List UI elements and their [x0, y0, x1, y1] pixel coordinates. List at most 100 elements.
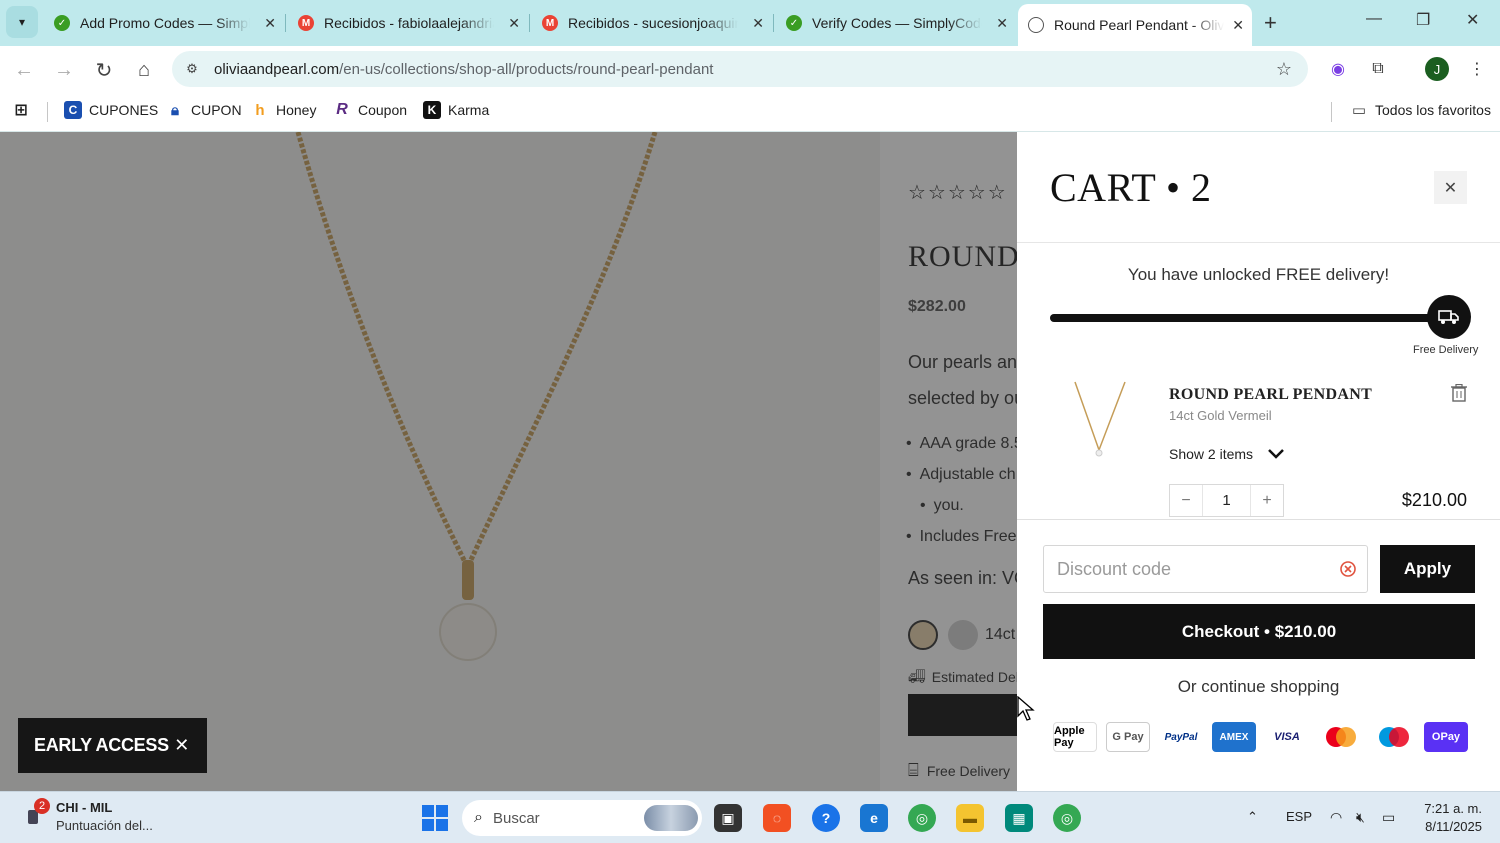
- decrement-button[interactable]: −: [1170, 492, 1202, 510]
- home-icon[interactable]: ⌂: [130, 56, 158, 84]
- back-icon[interactable]: ←: [10, 56, 38, 84]
- volume-muted-icon[interactable]: 🔇︎: [1356, 809, 1365, 826]
- apply-button[interactable]: Apply: [1380, 545, 1475, 593]
- all-bookmarks-folder[interactable]: ▭ Todos los favoritos: [1350, 101, 1491, 119]
- close-icon[interactable]: ✕: [752, 15, 764, 32]
- tab-add-promo-codes[interactable]: ✓ Add Promo Codes — SimplyCodes ✕: [44, 6, 284, 40]
- bookmarks-bar: ⊞ C CUPONES 🔒︎ CUPON h Honey R Coupon K …: [0, 92, 1500, 132]
- discount-code-input[interactable]: [1057, 549, 1337, 589]
- apple-pay-icon: Apple Pay: [1053, 722, 1097, 752]
- bookmark-coupon[interactable]: R Coupon: [333, 101, 407, 119]
- taskbar-search-placeholder: Buscar: [492, 809, 540, 827]
- new-tab-button[interactable]: +: [1264, 10, 1277, 36]
- free-delivery-progress: [1050, 314, 1460, 322]
- chrome-icon[interactable]: ◎: [1053, 804, 1081, 832]
- language-indicator[interactable]: ESP: [1286, 809, 1312, 824]
- menu-kebab-icon[interactable]: ⋮: [1466, 58, 1488, 80]
- window-close-icon[interactable]: ✕: [1466, 10, 1479, 30]
- simplycodes-icon: ✓: [54, 15, 70, 31]
- tab-search-button[interactable]: ▾: [6, 6, 38, 38]
- wifi-icon[interactable]: ◠: [1330, 809, 1342, 826]
- widget-title: CHI - MIL: [56, 800, 113, 815]
- windows-start-icon[interactable]: [422, 805, 448, 831]
- url-path: /en-us/collections/shop-all/products/rou…: [339, 60, 714, 78]
- tab-label: Add Promo Codes — SimplyCodes: [80, 15, 250, 31]
- tab-strip: ▾ ✓ Add Promo Codes — SimplyCodes ✕ M Re…: [0, 0, 1500, 46]
- battery-icon[interactable]: ▭: [1382, 809, 1395, 826]
- close-icon[interactable]: ✕: [1232, 17, 1244, 34]
- show-items-toggle[interactable]: Show 2 items: [1169, 446, 1285, 462]
- app-icon-orange[interactable]: ◌: [763, 804, 791, 832]
- site-settings-icon[interactable]: ⚙: [182, 59, 202, 79]
- cart-close-button[interactable]: ✕: [1434, 171, 1467, 204]
- increment-button[interactable]: +: [1251, 492, 1283, 510]
- continue-shopping-link[interactable]: Or continue shopping: [1017, 677, 1500, 697]
- cart-item-name[interactable]: ROUND PEARL PENDANT: [1169, 386, 1372, 404]
- lock-icon: 🔒︎: [171, 101, 179, 119]
- bookmark-label: Honey: [276, 102, 317, 118]
- divider: [1017, 242, 1500, 243]
- web-page: ☆☆☆☆☆ ROUND PEARL PENDANT $282.00 Our pe…: [0, 132, 1500, 791]
- early-access-banner[interactable]: EARLY ACCESS ✕: [18, 718, 207, 773]
- extension-icon[interactable]: ◉: [1327, 58, 1349, 80]
- chevron-up-icon[interactable]: ⌃: [1247, 809, 1258, 825]
- avatar[interactable]: J: [1425, 57, 1449, 81]
- cart-item-variant: 14ct Gold Vermeil: [1169, 408, 1272, 423]
- edge-icon[interactable]: e: [860, 804, 888, 832]
- reload-icon[interactable]: ↻: [90, 56, 118, 84]
- tab-recibidos-fabiola[interactable]: M Recibidos - fabiolaalejandria ✕: [288, 6, 528, 40]
- apps-grid-icon[interactable]: ⊞: [12, 101, 37, 119]
- close-icon[interactable]: ✕: [996, 15, 1008, 32]
- bookmark-divider: [1331, 102, 1332, 122]
- maestro-circle-red: [1389, 727, 1409, 747]
- bookmark-label: Coupon: [358, 102, 408, 118]
- address-bar[interactable]: ⚙ oliviaandpearl.com/en-us/collections/s…: [172, 51, 1308, 87]
- cart-item-thumbnail[interactable]: [1065, 380, 1135, 460]
- weather-widget[interactable]: 2 CHI - MIL Puntuación del...: [24, 798, 153, 833]
- checkout-button[interactable]: Checkout • $210.00: [1043, 604, 1475, 659]
- mastercard-icon: [1318, 722, 1362, 752]
- close-icon[interactable]: ✕: [174, 735, 189, 756]
- trash-icon[interactable]: [1451, 383, 1467, 402]
- show-items-label: Show 2 items: [1169, 446, 1254, 462]
- shop-pay-icon: OPay: [1424, 722, 1468, 752]
- tab-recibidos-sucesion[interactable]: M Recibidos - sucesionjoaquin ✕: [532, 6, 772, 40]
- free-delivery-message: You have unlocked FREE delivery!: [1127, 265, 1390, 284]
- file-explorer-icon[interactable]: ▬: [956, 804, 984, 832]
- bookmark-karma[interactable]: K Karma: [423, 101, 489, 119]
- system-clock[interactable]: 7:21 a. m. 8/11/2025: [1412, 800, 1482, 836]
- close-icon[interactable]: ✕: [264, 15, 276, 32]
- delivery-truck-icon: [1427, 295, 1471, 339]
- tab-verify-codes[interactable]: ✓ Verify Codes — SimplyCodes ✕: [776, 6, 1016, 40]
- chrome-icon[interactable]: ◎: [908, 804, 936, 832]
- url-domain: oliviaandpearl.com: [214, 60, 340, 78]
- app-icon-teal[interactable]: ▦: [1005, 804, 1033, 832]
- quantity-value[interactable]: 1: [1202, 485, 1251, 516]
- forward-icon[interactable]: →: [50, 56, 78, 84]
- tab-round-pearl-pendant[interactable]: Round Pearl Pendant - Olivia ✕: [1018, 4, 1252, 46]
- bookmark-cupon[interactable]: 🔒︎ CUPON: [166, 101, 242, 119]
- tab-label: Recibidos - sucesionjoaquin: [568, 15, 738, 31]
- close-icon[interactable]: ✕: [508, 15, 520, 32]
- payment-methods: Apple Pay G Pay PayPal AMEX VISA OPay: [1053, 722, 1477, 752]
- early-access-label: EARLY ACCESS: [34, 735, 169, 755]
- bookmark-star-icon[interactable]: ☆: [1276, 59, 1292, 80]
- tab-separator: [529, 14, 530, 32]
- url-text: oliviaandpearl.com/en-us/collections/sho…: [214, 61, 713, 78]
- help-icon[interactable]: ?: [812, 804, 840, 832]
- bookmark-cupones[interactable]: C CUPONES: [64, 101, 158, 119]
- extensions-puzzle-icon[interactable]: ⧉: [1367, 58, 1389, 80]
- clear-icon[interactable]: [1339, 560, 1357, 578]
- task-view-icon[interactable]: ▣: [714, 804, 742, 832]
- minimize-icon[interactable]: —: [1366, 10, 1382, 28]
- bookmark-honey[interactable]: h Honey: [251, 101, 316, 119]
- tab-separator: [773, 14, 774, 32]
- taskbar-search[interactable]: ⌕ Buscar: [462, 800, 702, 836]
- cart-drawer: CART • 2 ✕ You have unlocked FREE delive…: [1017, 132, 1500, 791]
- cupones-icon: C: [64, 101, 82, 119]
- cart-backdrop[interactable]: [0, 132, 1017, 791]
- restore-icon[interactable]: ❐: [1416, 10, 1430, 30]
- scores-icon: 2: [24, 798, 50, 830]
- free-delivery-label: Free Delivery: [1413, 344, 1479, 356]
- tab-label: Verify Codes — SimplyCodes: [812, 15, 982, 31]
